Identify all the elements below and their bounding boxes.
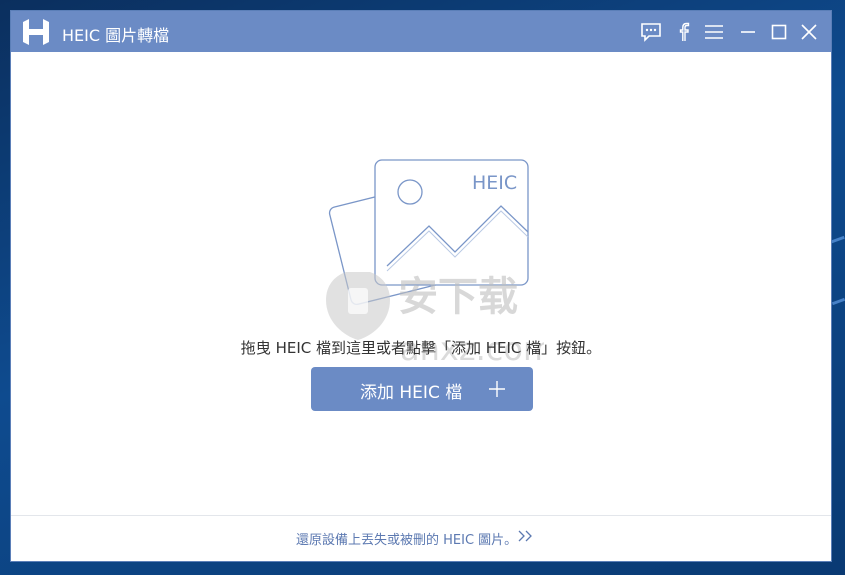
menu-icon[interactable] bbox=[701, 19, 727, 45]
drop-hint: 拖曳 HEIC 檔到這里或者點擊「添加 HEIC 檔」按鈕。 bbox=[240, 339, 602, 357]
heic-badge-text: HEIC bbox=[472, 172, 517, 194]
feedback-icon[interactable] bbox=[638, 19, 664, 45]
drop-zone[interactable]: HEIC 安下载 anxz.com 拖曳 HEIC 檔到這里或者點擊「添加 HE… bbox=[11, 52, 831, 515]
svg-text:安下载: 安下载 bbox=[398, 274, 518, 320]
double-chevron-right-icon[interactable] bbox=[517, 530, 535, 542]
facebook-icon[interactable] bbox=[670, 19, 696, 45]
title-bar[interactable]: HEIC 圖片轉檔 bbox=[11, 11, 831, 52]
close-icon[interactable] bbox=[796, 19, 822, 45]
app-title: HEIC 圖片轉檔 bbox=[62, 26, 170, 45]
minimize-icon[interactable] bbox=[735, 19, 761, 45]
recover-heic-link[interactable]: 還原設備上丟失或被刪的 HEIC 圖片。 bbox=[296, 529, 517, 548]
plus-icon bbox=[489, 381, 505, 397]
app-window: HEIC 圖片轉檔 HEIC 安下载 anxz.com 拖曳 HEIC 檔到這里… bbox=[11, 11, 831, 561]
add-heic-button-label: 添加 HEIC 檔 bbox=[360, 383, 463, 403]
maximize-icon[interactable] bbox=[766, 19, 792, 45]
add-heic-button[interactable]: 添加 HEIC 檔 bbox=[311, 367, 533, 411]
footer: 還原設備上丟失或被刪的 HEIC 圖片。 bbox=[11, 516, 831, 561]
app-logo-icon bbox=[23, 19, 49, 45]
